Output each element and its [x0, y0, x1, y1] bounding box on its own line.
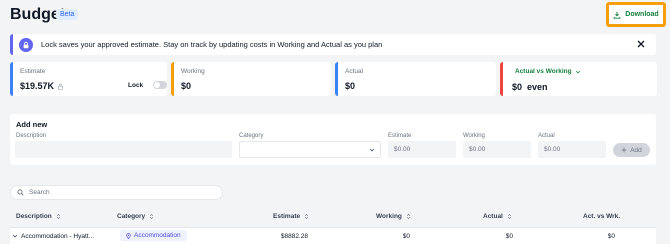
- search-placeholder: Search: [29, 189, 50, 196]
- budget-table: Description Category Estimate Working Ac…: [10, 209, 656, 244]
- estimate-card: Estimate $19.57K Lock: [10, 62, 167, 96]
- category-label: Category: [239, 133, 264, 139]
- lock-icon: [19, 37, 33, 52]
- column-header-category[interactable]: Category: [117, 213, 154, 220]
- add-button-label: Add: [630, 146, 642, 154]
- actual-card: Actual $0: [335, 62, 496, 96]
- working-card: Working $0: [171, 62, 331, 96]
- comparison-dropdown-label: Actual vs Working: [515, 68, 572, 75]
- comparison-dropdown[interactable]: Actual vs Working: [515, 68, 581, 75]
- working-value: $0: [181, 81, 192, 91]
- row-description: Accommodation - Hyatt...: [21, 233, 94, 240]
- download-button[interactable]: Download: [606, 2, 666, 27]
- download-icon: [613, 11, 621, 19]
- actual-input[interactable]: $0.00: [538, 141, 606, 158]
- add-new-panel: Add new Description Category Estimate $0…: [10, 114, 656, 165]
- sort-icon: [406, 213, 411, 220]
- row-act-vs-wrk: $0: [607, 233, 615, 240]
- column-header-estimate[interactable]: Estimate: [273, 213, 309, 220]
- chevron-down-icon: [575, 70, 580, 73]
- add-button[interactable]: Add: [613, 143, 650, 157]
- lock-toggle[interactable]: [153, 81, 167, 89]
- estimate-field-label: Estimate: [388, 133, 412, 139]
- column-header-actual[interactable]: Actual: [483, 213, 512, 220]
- column-header-description[interactable]: Description: [16, 213, 61, 220]
- category-select[interactable]: [239, 141, 381, 158]
- sort-icon: [507, 213, 511, 220]
- row-working: $0: [402, 233, 410, 240]
- working-field-label: Working: [463, 133, 485, 139]
- actual-label: Actual: [345, 68, 364, 75]
- working-input[interactable]: $0.00: [463, 141, 531, 158]
- add-new-title: Add new: [16, 120, 48, 129]
- chevron-down-icon: [369, 148, 375, 152]
- close-icon[interactable]: [636, 39, 646, 49]
- sort-icon: [56, 213, 60, 220]
- info-banner: Lock saves your approved estimate. Stay …: [10, 34, 656, 55]
- avw-value: $0 even: [512, 82, 548, 92]
- column-header-working[interactable]: Working: [376, 213, 411, 220]
- beta-badge: Beta: [56, 9, 79, 20]
- map-pin-icon: [126, 232, 131, 239]
- actual-value: $0: [345, 81, 356, 91]
- search-icon: [17, 189, 24, 196]
- lock-icon: [58, 83, 63, 90]
- actual-field-label: Actual: [538, 133, 555, 139]
- sort-icon: [304, 213, 309, 220]
- download-label: Download: [625, 11, 659, 18]
- header: Budget Beta Download: [10, 2, 666, 28]
- row-estimate: $8882.28: [280, 233, 308, 240]
- chevron-down-icon[interactable]: [12, 233, 18, 239]
- table-row[interactable]: Accommodation - Hyatt... Accommodation $…: [10, 227, 656, 244]
- lock-toggle-label: Lock: [128, 82, 144, 89]
- column-header-act-vs-wrk[interactable]: Act. vs Wrk.: [583, 213, 620, 220]
- description-input[interactable]: [15, 141, 232, 158]
- description-label: Description: [16, 133, 47, 139]
- category-badge-label: Accommodation: [134, 232, 181, 239]
- category-badge: Accommodation: [120, 230, 187, 241]
- banner-text: Lock saves your approved estimate. Stay …: [41, 40, 383, 49]
- estimate-label: Estimate: [20, 68, 46, 75]
- table-header: Description Category Estimate Working Ac…: [10, 209, 656, 225]
- sort-icon: [150, 213, 154, 220]
- estimate-input[interactable]: $0.00: [388, 141, 456, 158]
- plus-icon: [621, 147, 627, 153]
- estimate-value: $19.57K: [20, 81, 55, 91]
- row-actual: $0: [505, 233, 513, 240]
- actual-vs-working-card: Actual vs Working $0 even: [500, 62, 657, 96]
- working-label: Working: [181, 68, 205, 75]
- search-input[interactable]: Search: [10, 185, 223, 200]
